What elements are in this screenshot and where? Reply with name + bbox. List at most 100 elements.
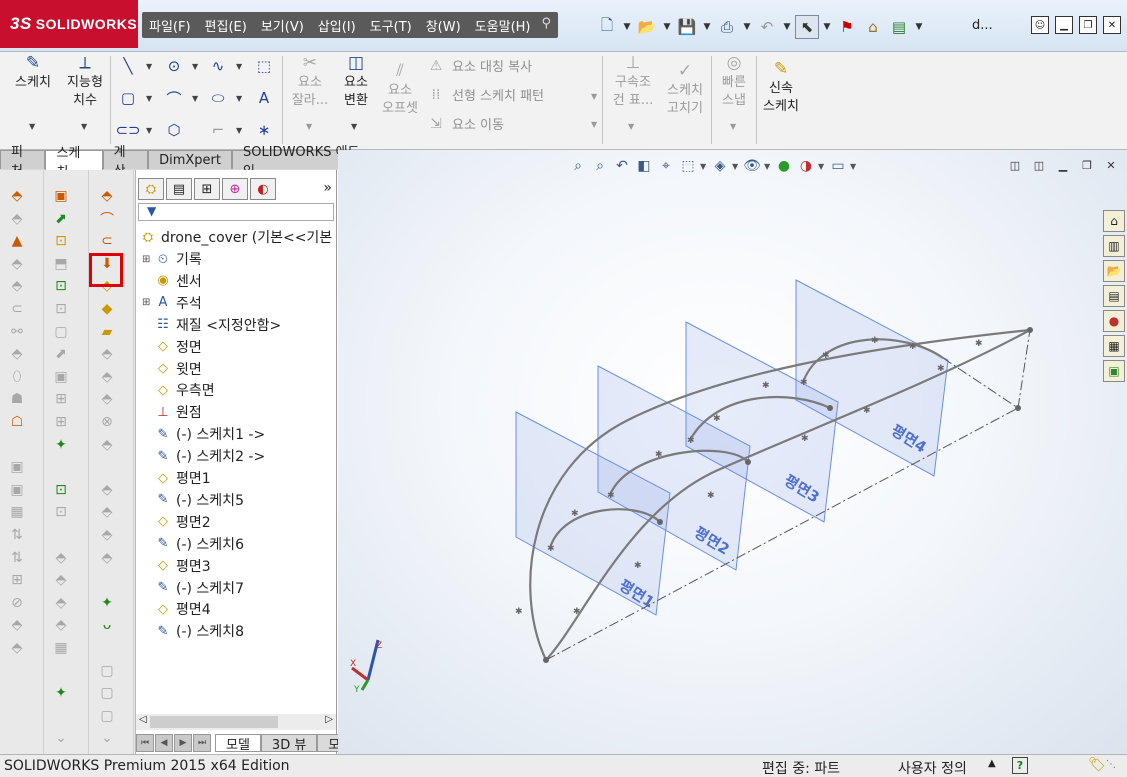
toolbar-tool-icon[interactable]: ⌄ [96, 728, 118, 748]
toolbar-tool-icon[interactable]: ⬘ [96, 502, 118, 522]
fillet-dropdown-icon[interactable]: ▼ [236, 126, 242, 135]
toolbar-tool-icon[interactable]: ⌒ [96, 209, 118, 229]
tree-item[interactable]: ◇ 우측면 [142, 379, 215, 401]
toolbar-tool-icon[interactable]: ⊂ [96, 231, 118, 251]
spline-point-marker[interactable]: ✱ [762, 381, 770, 391]
save-dropdown-icon[interactable]: ▼ [701, 15, 713, 39]
menu-file[interactable]: 파일(F) [142, 12, 198, 38]
spline-point-marker[interactable]: ✱ [573, 607, 581, 617]
scroll-right-icon[interactable]: ▷ [325, 714, 333, 725]
horizontal-scrollbar[interactable]: ◁ ▷ [136, 714, 336, 730]
spline-point-marker[interactable]: ✱ [975, 339, 983, 349]
toolbar-tool-icon[interactable]: ⬘ [96, 186, 118, 206]
select-icon[interactable]: ⬉ [795, 15, 819, 39]
end-point[interactable] [1027, 327, 1033, 333]
tree-root[interactable]: ⛭ drone_cover (기본<<기본 [138, 226, 332, 248]
toolbar-tool-icon[interactable]: ⬯ [6, 367, 28, 387]
configuration-manager-tab-icon[interactable]: ⊞ [194, 178, 220, 200]
tab-evaluate[interactable]: 계산 [102, 145, 149, 179]
toolbar-tool-icon[interactable]: ⊗ [96, 412, 118, 432]
new-document-icon[interactable]: 🗋 [595, 15, 619, 39]
restore-icon[interactable]: ❐ [1079, 16, 1097, 34]
status-units[interactable]: 사용자 정의 [898, 758, 967, 777]
move-entities-button[interactable]: ⇲ 요소 이동 [426, 114, 504, 134]
slot-dropdown-icon[interactable]: ▼ [146, 126, 152, 135]
tree-item[interactable]: ✎ (-) 스케치5 [142, 489, 244, 511]
trim-dropdown-icon[interactable]: ▼ [306, 122, 312, 131]
tab-3d-view[interactable]: 3D 뷰 [260, 734, 318, 753]
smart-dimension-dropdown-icon[interactable]: ▼ [81, 122, 87, 131]
pierce-point[interactable] [827, 405, 833, 411]
toolbar-tool-icon[interactable]: ⬘ [6, 186, 28, 206]
spline-point-marker[interactable]: ✱ [634, 561, 642, 571]
toolbar-tool-icon[interactable]: ✦ [50, 435, 72, 455]
toolbar-tool-icon[interactable]: ⬘ [96, 480, 118, 500]
toolbar-tool-icon[interactable]: ⬘ [50, 548, 72, 568]
toolbar-tool-icon[interactable]: ᴗ [96, 615, 118, 635]
offset-entities-button[interactable]: ⫽ 요소 오프셋 [378, 62, 422, 118]
toolbar-tool-icon[interactable]: ⬘ [96, 344, 118, 364]
spline-icon[interactable]: ∿ [208, 56, 228, 76]
tree-item[interactable]: ◇ 평면1 [142, 467, 211, 489]
menu-edit[interactable]: 편집(E) [198, 12, 254, 38]
toolbar-tool-icon[interactable]: ⬘ [6, 638, 28, 658]
end-axis-point[interactable] [1015, 405, 1021, 411]
tab-model[interactable]: 모델 [215, 734, 261, 753]
tree-item[interactable]: ⊞ ⏲ 기록 [142, 248, 202, 270]
expand-node-icon[interactable]: ⊞ [142, 254, 152, 265]
toolbar-tool-icon[interactable]: ⇅ [6, 525, 28, 545]
toolbar-tool-icon[interactable]: ▦ [6, 502, 28, 522]
toolbar-tool-icon[interactable]: ⌄ [50, 728, 72, 748]
spline-point-marker[interactable]: ✱ [863, 406, 871, 416]
toolbar-tool-icon[interactable]: ▢ [50, 322, 72, 342]
sketch-button[interactable]: ✎ 스케치 [10, 54, 56, 92]
toolbar-tool-icon[interactable]: ⬘ [6, 615, 28, 635]
convert-dropdown-icon[interactable]: ▼ [351, 122, 357, 131]
arc-dropdown-icon[interactable]: ▼ [192, 94, 198, 103]
linear-pattern-dropdown-icon[interactable]: ▼ [591, 92, 597, 101]
toolbar-tool-icon[interactable]: ▲ [6, 231, 28, 251]
spline-point-marker[interactable]: ✱ [801, 434, 809, 444]
toolbar-tool-icon[interactable]: ⬘ [96, 548, 118, 568]
trim-entities-button[interactable]: ✂ 요소 잘라... [288, 54, 332, 110]
tree-item[interactable]: ☷ 재질 <지정안함> [142, 314, 281, 336]
toolbar-tool-icon[interactable]: ⬒ [50, 254, 72, 274]
line-icon[interactable]: ╲ [118, 56, 138, 76]
spline-point-marker[interactable]: ✱ [909, 342, 917, 352]
tree-item[interactable]: ✎ (-) 스케치8 [142, 620, 244, 642]
rectangle-dropdown-icon[interactable]: ▼ [146, 94, 152, 103]
toolbar-tool-icon[interactable]: ⬘ [6, 276, 28, 296]
toolbar-tool-icon[interactable]: ◆ [96, 299, 118, 319]
menu-tools[interactable]: 도구(T) [363, 12, 419, 38]
file-properties-icon[interactable]: ⌂ [861, 15, 885, 39]
toolbar-tool-icon[interactable]: ⊞ [50, 389, 72, 409]
property-manager-tab-icon[interactable]: ▤ [166, 178, 192, 200]
tree-item[interactable]: ⊥ 원점 [142, 401, 201, 423]
feature-manager-tab-icon[interactable]: ⛭ [138, 178, 164, 200]
print-icon[interactable]: ⎙ [715, 15, 739, 39]
toolbar-tool-icon[interactable]: ⬘ [96, 525, 118, 545]
circle-icon[interactable]: ⊙ [164, 56, 184, 76]
resize-grip-icon[interactable]: ⋱ [1106, 759, 1116, 770]
toolbar-tool-icon[interactable]: ⊡ [50, 480, 72, 500]
open-dropdown-icon[interactable]: ▼ [661, 15, 673, 39]
menu-insert[interactable]: 삽입(I) [311, 12, 363, 38]
tag-icon[interactable]: 🏷 [1088, 757, 1106, 773]
spline-dropdown-icon[interactable]: ▼ [236, 62, 242, 71]
toolbar-tool-icon[interactable]: ✦ [50, 683, 72, 703]
convert-entities-button[interactable]: ◫ 요소 변환 [336, 54, 376, 110]
spline-point-marker[interactable]: ✱ [822, 351, 830, 361]
menu-help[interactable]: 도움말(H) [468, 12, 538, 38]
circle-dropdown-icon[interactable]: ▼ [192, 62, 198, 71]
toolbar-tool-icon[interactable]: ⊂ [6, 299, 28, 319]
expand-node-icon[interactable]: ⊞ [142, 297, 152, 308]
fillet-icon[interactable]: ⌐ [208, 120, 228, 140]
tree-item[interactable]: ◇ 평면3 [142, 555, 211, 577]
help-icon[interactable]: ? [1012, 757, 1028, 774]
toolbar-tool-icon[interactable]: ▰ [96, 322, 118, 342]
toolbar-tool-icon[interactable]: ⬘ [50, 593, 72, 613]
toolbar-tool-icon[interactable]: ▦ [50, 638, 72, 658]
toolbar-tool-icon[interactable]: ☗ [6, 389, 28, 409]
slot-icon[interactable]: ⊂⊃ [115, 120, 140, 140]
spline-point-marker[interactable]: ✱ [713, 414, 721, 424]
